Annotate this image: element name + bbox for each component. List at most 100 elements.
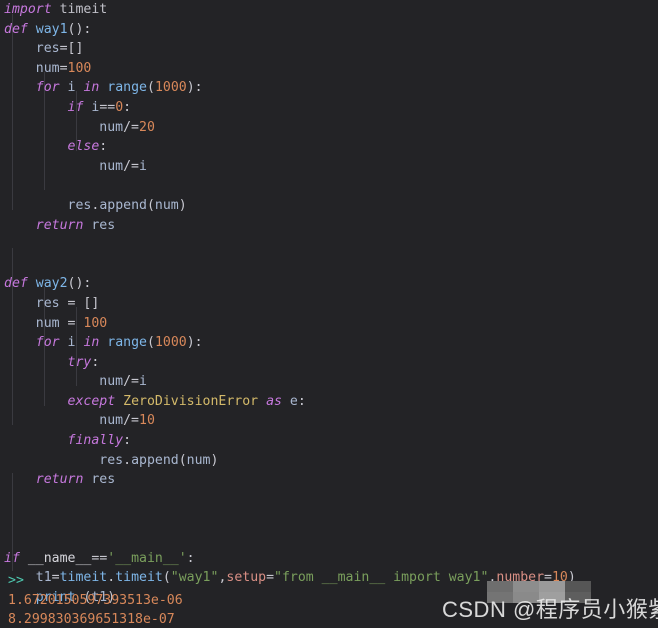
code-line[interactable]	[0, 255, 658, 275]
code-token-op	[4, 159, 99, 174]
code-line[interactable]: for i in range(1000):	[0, 333, 658, 353]
code-token-op: :	[123, 433, 132, 449]
code-line[interactable]: num/=20	[0, 118, 658, 138]
code-token-op	[282, 394, 290, 409]
code-line[interactable]: def way1():	[0, 20, 658, 40]
code-token-op: (	[146, 197, 155, 213]
code-line[interactable]: finally:	[0, 431, 658, 451]
code-token-plain: timeit	[59, 2, 108, 17]
code-token-kw: import	[4, 2, 52, 17]
code-token-op	[4, 100, 68, 115]
code-token-op	[4, 120, 99, 135]
code-line[interactable]: if __name__=='__main__':	[0, 549, 658, 569]
code-token-op	[52, 2, 60, 17]
code-token-num: 0	[115, 99, 124, 115]
code-token-kw: if	[4, 550, 20, 566]
code-token-var: num	[154, 197, 179, 213]
code-line[interactable]	[0, 490, 658, 510]
code-line[interactable]: def way2():	[0, 274, 658, 294]
code-token-op	[4, 355, 68, 370]
code-token-op: =	[266, 570, 275, 586]
code-line[interactable]: num/=i	[0, 157, 658, 177]
code-line[interactable]: num=100	[0, 59, 658, 79]
code-token-exc: ZeroDivisionError	[123, 393, 259, 409]
code-token-var: res	[35, 295, 60, 311]
code-line[interactable]: res.append(num)	[0, 451, 658, 471]
console-output: >> 1.6720150597393513e-06 8.299830369651…	[4, 571, 183, 628]
code-token-op: ():	[67, 276, 92, 292]
code-token-var: res	[99, 452, 124, 468]
code-token-op: /=	[123, 413, 139, 429]
code-token-op	[4, 374, 99, 389]
code-token-kw: as	[266, 393, 282, 409]
code-line[interactable]: for i in range(1000):	[0, 78, 658, 98]
code-token-op	[4, 316, 36, 331]
code-token-op: )	[178, 197, 187, 213]
code-line[interactable]: res=[]	[0, 39, 658, 59]
code-token-num: 1000	[154, 80, 187, 96]
code-token-op	[115, 394, 123, 409]
code-token-kw: try	[67, 354, 92, 370]
code-token-str: '__main__'	[107, 550, 187, 566]
code-line[interactable]: return res	[0, 216, 658, 236]
code-token-op: /=	[123, 158, 139, 174]
code-line[interactable]: else:	[0, 137, 658, 157]
code-token-var: append	[131, 452, 179, 468]
code-token-kw: in	[83, 80, 100, 96]
code-line[interactable]	[0, 235, 658, 255]
code-line[interactable]: res = []	[0, 294, 658, 314]
code-token-var: i	[139, 158, 147, 174]
code-token-op: ():	[67, 21, 92, 37]
code-token-op: :	[91, 354, 100, 370]
code-token-op: ==	[91, 550, 108, 566]
code-token-var: append	[99, 197, 147, 213]
code-token-op: /=	[123, 374, 139, 390]
code-token-op: :	[186, 550, 195, 566]
code-token-kw: in	[83, 335, 100, 351]
code-token-var: num	[99, 413, 124, 429]
code-token-kw: return	[35, 217, 84, 233]
code-line[interactable]: return res	[0, 470, 658, 490]
code-line[interactable]: if i==0:	[0, 98, 658, 118]
code-token-op: :	[99, 139, 108, 155]
code-token-kw: for	[35, 80, 60, 96]
console-prompt: >>	[8, 573, 24, 588]
code-token-op	[28, 22, 36, 37]
code-token-op: ):	[186, 80, 203, 96]
code-token-op: :	[123, 99, 132, 115]
code-token-kw: else	[67, 139, 100, 155]
code-token-fn: way2	[35, 276, 68, 292]
code-line[interactable]: try:	[0, 353, 658, 373]
code-token-num: 10	[139, 413, 155, 429]
code-token-var: res	[35, 41, 60, 57]
code-line[interactable]	[0, 509, 658, 529]
code-token-var: i	[67, 80, 76, 96]
code-token-var: i	[67, 335, 76, 351]
code-line[interactable]: num/=10	[0, 411, 658, 431]
console-output-line: 8.299830369651318e-07	[8, 612, 175, 628]
code-line[interactable]: res.append(num)	[0, 196, 658, 216]
code-token-num: 100	[67, 60, 92, 76]
code-token-op: ==	[99, 99, 116, 115]
code-line[interactable]: import timeit	[0, 0, 658, 20]
code-editor-pane[interactable]: import timeit def way1(): res=[] num=100 …	[0, 0, 658, 628]
code-token-num: 20	[139, 119, 155, 135]
code-token-op	[4, 394, 68, 409]
code-token-op	[4, 198, 68, 213]
code-line[interactable]: num/=i	[0, 372, 658, 392]
code-line[interactable]	[0, 529, 658, 549]
code-line[interactable]: num = 100	[0, 314, 658, 334]
code-token-op: =	[59, 60, 68, 76]
code-token-op: =[]	[59, 41, 84, 57]
code-token-var: num	[35, 315, 60, 331]
screenshot-root: import timeit def way1(): res=[] num=100 …	[0, 0, 658, 628]
code-token-fn: way1	[35, 21, 68, 37]
code-token-num: 1000	[154, 335, 187, 351]
code-content[interactable]: import timeit def way1(): res=[] num=100 …	[0, 0, 658, 628]
code-token-op	[4, 61, 36, 76]
code-token-op	[4, 218, 36, 233]
code-token-op: )	[210, 452, 219, 468]
code-token-kw: finally	[67, 433, 124, 449]
code-line[interactable]	[0, 176, 658, 196]
code-line[interactable]: except ZeroDivisionError as e:	[0, 392, 658, 412]
